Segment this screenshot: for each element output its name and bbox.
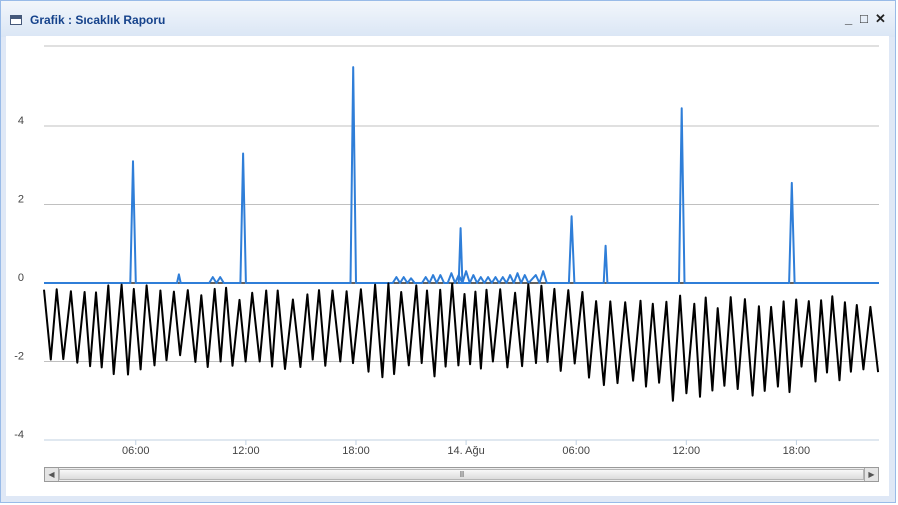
y-tick-label: 4 [18,115,24,127]
x-tick-label: 18:00 [783,445,811,457]
y-tick-label: 2 [18,194,24,206]
y-tick-label: -2 [14,351,24,363]
scroll-right-icon[interactable]: ▶ [864,468,878,481]
x-tick-label: 06:00 [122,445,150,457]
chart-scrollbar[interactable]: ◀ III ▶ [44,467,879,482]
y-tick-label: 0 [18,272,24,284]
temperature-chart: 4 2 0 -2 -4 06:00 12:00 18:00 14. Ağu 06:00 12:00… [6,36,889,496]
scrollbar-thumb[interactable]: III [59,469,864,480]
x-tick-label: 14. Ağu [447,445,484,457]
y-tick-label: -4 [14,429,24,441]
x-tick-label: 12:00 [673,445,701,457]
x-tick-label: 12:00 [232,445,260,457]
chart-background [6,36,889,496]
x-tick-label: 06:00 [562,445,590,457]
scroll-left-icon[interactable]: ◀ [45,468,59,481]
x-tick-label: 18:00 [342,445,370,457]
